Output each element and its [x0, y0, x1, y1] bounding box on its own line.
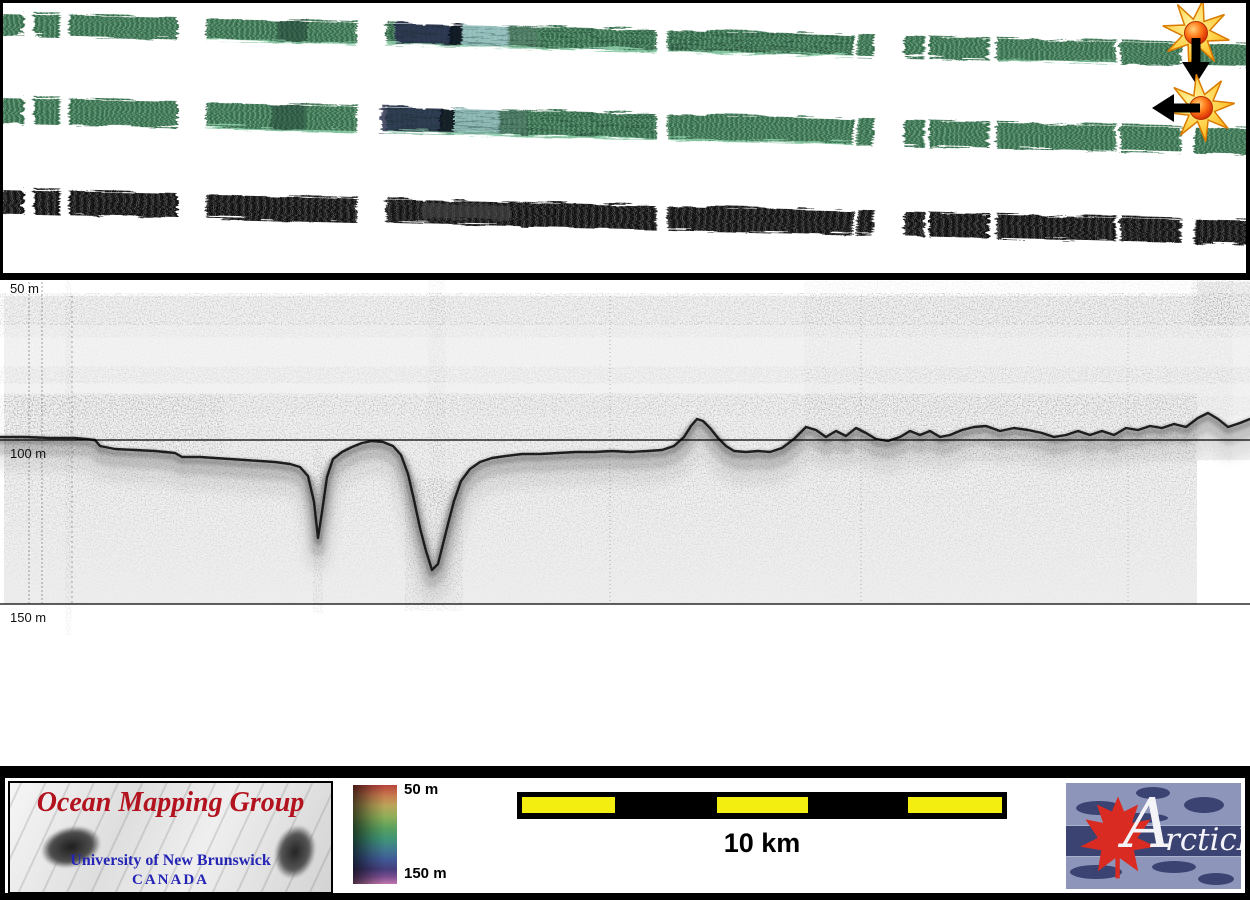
footer-bar: Ocean Mapping Group University of New Br… [0, 766, 1250, 900]
arcticnet-logo: A rcticNet [1066, 783, 1241, 889]
survey-figure-root: 50 m 100 m 150 m Ocean Mapping Group Uni… [0, 0, 1250, 900]
bathymetry-swath-panel [0, 0, 1250, 280]
echogram-graphic [0, 282, 1250, 605]
omg-logo-country: CANADA [132, 872, 209, 888]
scale-bar [517, 792, 1007, 819]
scale-bar-segment [522, 797, 615, 813]
swath-strip-lower [0, 95, 1250, 153]
colorbar-label-150m: 150 m [404, 865, 447, 882]
depth-fade [4, 480, 1197, 604]
noise-region [840, 296, 1197, 446]
depth-label-100m: 100 m [10, 446, 47, 461]
colorbar-label-50m: 50 m [404, 781, 439, 798]
swath-strip-upper [0, 11, 1250, 65]
noise-region [1197, 282, 1250, 322]
depth-colorbar [353, 785, 397, 884]
omg-logo-title: Ocean Mapping Group [36, 787, 305, 818]
subbottom-profile-panel: 50 m 100 m 150 m [0, 280, 1250, 766]
omg-logo-subtitle: University of New Brunswick [70, 852, 271, 869]
water-column-streak [430, 296, 444, 486]
sidescan-strip [0, 187, 1250, 243]
depth-label-50m: 50 m [10, 281, 39, 296]
arcticnet-wordmark: rcticNet [1165, 822, 1241, 858]
swath-strips-graphic [0, 0, 1250, 280]
depth-label-150m: 150 m [10, 610, 47, 625]
scale-bar-label: 10 km [723, 828, 801, 858]
scale-bar-segment [717, 797, 808, 813]
scale-bar-segment [908, 797, 1002, 813]
footer-panel: Ocean Mapping Group University of New Br… [5, 778, 1245, 894]
omg-logo: Ocean Mapping Group University of New Br… [8, 781, 333, 894]
